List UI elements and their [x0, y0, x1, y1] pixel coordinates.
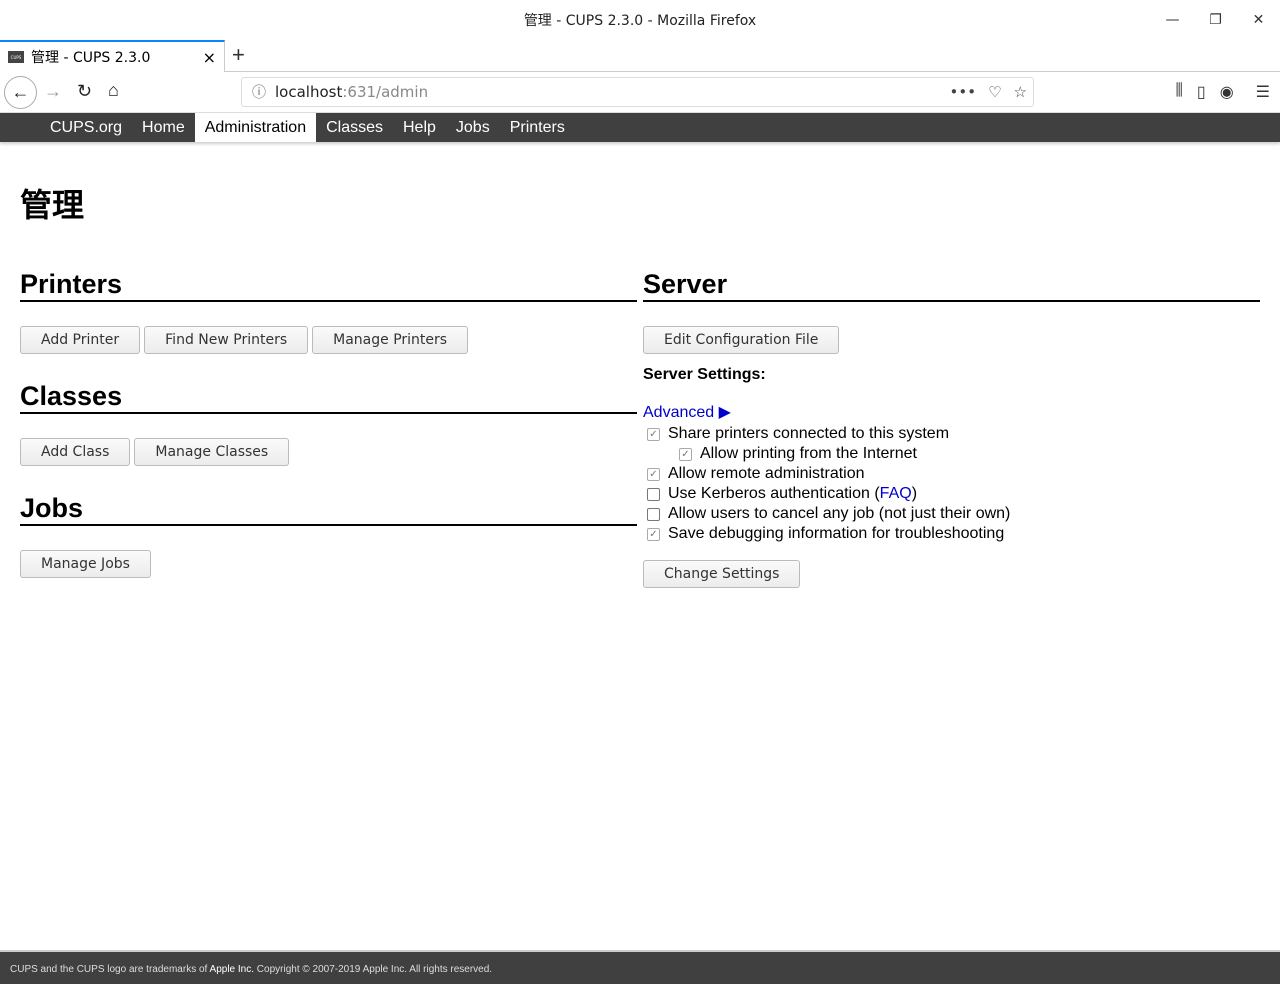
new-tab-button[interactable]: +: [232, 42, 245, 68]
cups-favicon-icon: CUPS: [8, 51, 24, 63]
faq-link[interactable]: FAQ: [880, 485, 912, 503]
advanced-toggle[interactable]: Advanced ▶: [643, 402, 1260, 422]
manage-classes-button[interactable]: Manage Classes: [134, 438, 290, 466]
checkbox-unchecked-icon[interactable]: [647, 487, 660, 501]
jobs-heading: Jobs: [20, 492, 637, 526]
edit-configuration-file-button[interactable]: Edit Configuration File: [643, 326, 840, 354]
url-host: localhost: [275, 83, 343, 101]
classes-heading: Classes: [20, 380, 637, 414]
menu-icon[interactable]: ☰: [1256, 82, 1270, 102]
right-column: Server Edit Configuration File Server Se…: [643, 268, 1260, 614]
url-bar[interactable]: ⓘ localhost:631/admin ••• ♡ ☆: [241, 77, 1034, 107]
account-icon[interactable]: ◉: [1220, 82, 1234, 102]
back-icon[interactable]: ←: [4, 76, 37, 109]
browser-tab[interactable]: CUPS 管理 - CUPS 2.3.0 ×: [0, 40, 225, 72]
window-title: 管理 - CUPS 2.3.0 - Mozilla Firefox: [523, 13, 757, 29]
sidebar-icon[interactable]: ▯: [1197, 82, 1206, 102]
cups-nav: CUPS.org Home Administration Classes Hel…: [0, 113, 1280, 142]
server-heading: Server: [643, 268, 1260, 302]
manage-printers-button[interactable]: Manage Printers: [312, 326, 469, 354]
option-kerberos[interactable]: Use Kerberos authentication (FAQ): [643, 484, 1260, 504]
checkbox-checked-icon[interactable]: ✓: [647, 467, 660, 481]
change-settings-button[interactable]: Change Settings: [643, 560, 801, 588]
minimize-button[interactable]: —: [1151, 0, 1194, 40]
checkbox-checked-icon[interactable]: ✓: [647, 427, 660, 441]
checkbox-checked-icon[interactable]: ✓: [679, 447, 692, 461]
tab-bar: CUPS 管理 - CUPS 2.3.0 × +: [0, 40, 1280, 72]
nav-help[interactable]: Help: [393, 113, 446, 142]
apple-link[interactable]: Apple Inc.: [210, 964, 254, 975]
printers-heading: Printers: [20, 268, 637, 302]
add-printer-button[interactable]: Add Printer: [20, 326, 141, 354]
manage-jobs-button[interactable]: Manage Jobs: [20, 550, 151, 578]
url-path: :631/admin: [342, 83, 429, 101]
window-titlebar: 管理 - CUPS 2.3.0 - Mozilla Firefox — ❐ ✕: [0, 0, 1280, 40]
info-icon[interactable]: ⓘ: [252, 82, 266, 102]
reload-icon[interactable]: ↻: [77, 81, 92, 102]
option-share-printers[interactable]: ✓ Share printers connected to this system: [643, 424, 1260, 444]
option-allow-internet[interactable]: ✓ Allow printing from the Internet: [643, 444, 1260, 464]
close-window-button[interactable]: ✕: [1237, 0, 1280, 40]
home-icon[interactable]: ⌂: [108, 80, 119, 101]
restore-button[interactable]: ❐: [1194, 0, 1237, 40]
nav-printers[interactable]: Printers: [500, 113, 575, 142]
checkbox-checked-icon[interactable]: ✓: [647, 527, 660, 541]
bookmark-star-icon[interactable]: ☆: [1014, 83, 1027, 101]
browser-toolbar: ← → ↻ ⌂ ⓘ localhost:631/admin ••• ♡ ☆ ⫼ ▯ …: [0, 72, 1280, 113]
nav-jobs[interactable]: Jobs: [446, 113, 500, 142]
more-actions-icon[interactable]: •••: [950, 83, 977, 101]
close-tab-icon[interactable]: ×: [203, 48, 216, 67]
option-remote-admin[interactable]: ✓ Allow remote administration: [643, 464, 1260, 484]
server-settings-label: Server Settings:: [643, 366, 766, 383]
library-icon[interactable]: ⫼: [1176, 82, 1183, 102]
pocket-icon[interactable]: ♡: [988, 83, 1001, 101]
nav-cups-org[interactable]: CUPS.org: [40, 113, 132, 142]
nav-home[interactable]: Home: [132, 113, 195, 142]
left-column: Printers Add Printer Find New Printers M…: [20, 268, 637, 604]
add-class-button[interactable]: Add Class: [20, 438, 131, 466]
page-title: 管理: [20, 186, 85, 224]
nav-classes[interactable]: Classes: [316, 113, 393, 142]
footer: CUPS and the CUPS logo are trademarks of…: [0, 950, 1280, 984]
tab-title: 管理 - CUPS 2.3.0: [31, 50, 151, 66]
find-new-printers-button[interactable]: Find New Printers: [144, 326, 309, 354]
forward-icon[interactable]: →: [44, 81, 62, 102]
option-debug-logging[interactable]: ✓ Save debugging information for troubles…: [643, 524, 1260, 544]
nav-administration[interactable]: Administration: [194, 113, 317, 142]
checkbox-unchecked-icon[interactable]: [647, 507, 660, 521]
option-cancel-any-job[interactable]: Allow users to cancel any job (not just …: [643, 504, 1260, 524]
